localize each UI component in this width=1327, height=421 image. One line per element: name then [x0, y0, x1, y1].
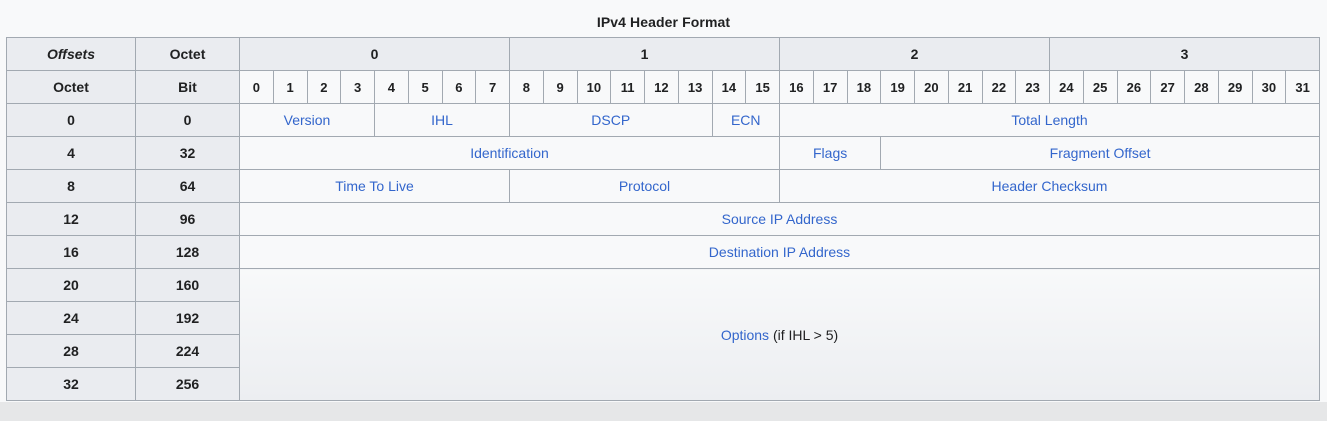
- row-octet-offset: 32: [6, 367, 136, 401]
- bit-number-cell: 2: [306, 70, 342, 104]
- field-source-ip-address[interactable]: Source IP Address: [239, 202, 1320, 236]
- bit-number-cell: 31: [1285, 70, 1320, 104]
- bit-number-cell: 28: [1184, 70, 1219, 104]
- bit-number-cell: 6: [441, 70, 477, 104]
- bit-number-cell: 10: [576, 70, 612, 104]
- octet-row-header[interactable]: Octet: [6, 70, 136, 104]
- bit-number-cell: 0: [239, 70, 274, 104]
- octet-2-header: 2: [779, 37, 1050, 71]
- bit-number-cell: 29: [1217, 70, 1253, 104]
- table-row: 8 64 Time To Live Protocol Header Checks…: [6, 169, 1320, 203]
- bit-number-cell: 14: [711, 70, 747, 104]
- row-bit-offset: 224: [135, 334, 240, 368]
- row-octet-offset: 20: [6, 268, 136, 302]
- field-destination-ip-address[interactable]: Destination IP Address: [239, 235, 1320, 269]
- bit-header: Bit: [135, 70, 240, 104]
- octet-header[interactable]: Octet: [135, 37, 240, 71]
- row-bit-offset: 64: [135, 169, 240, 203]
- bottom-strip: [0, 402, 1327, 421]
- table-row: 16 128 Destination IP Address: [6, 235, 1320, 269]
- field-ihl[interactable]: IHL: [374, 103, 510, 137]
- octet-header-row: Offsets Octet 0 1 2 3: [6, 37, 1320, 71]
- octet-0-header: 0: [239, 37, 510, 71]
- row-bit-offset: 32: [135, 136, 240, 170]
- bit-number-cell: 9: [542, 70, 578, 104]
- row-bit-offset: 96: [135, 202, 240, 236]
- bit-number-cell: 3: [340, 70, 375, 104]
- options-link[interactable]: Options: [721, 327, 769, 343]
- bit-number-cell: 15: [745, 70, 780, 104]
- bit-number-cell: 21: [947, 70, 983, 104]
- row-octet-offset: 4: [6, 136, 136, 170]
- field-header-checksum[interactable]: Header Checksum: [779, 169, 1320, 203]
- bit-header-row: Octet Bit 0 1 2 3 4 5 6 7 8 9 10 11 12 13 14 15 16 17 18 19…: [6, 70, 1320, 104]
- octet-1-header: 1: [509, 37, 780, 71]
- bit-number-cell: 11: [610, 70, 645, 104]
- bit-number-cell: 30: [1251, 70, 1287, 104]
- table-row: 12 96 Source IP Address: [6, 202, 1320, 236]
- octet-3-header: 3: [1049, 37, 1320, 71]
- row-octet-offset: 28: [6, 334, 136, 368]
- bit-number-cell: 13: [677, 70, 713, 104]
- field-identification[interactable]: Identification: [239, 136, 780, 170]
- bit-number-cell: 27: [1150, 70, 1185, 104]
- row-bit-offset: 128: [135, 235, 240, 269]
- row-octet-offset: 0: [6, 103, 136, 137]
- field-time-to-live[interactable]: Time To Live: [239, 169, 510, 203]
- offsets-header: Offsets: [6, 37, 136, 71]
- bit-number-cell: 7: [475, 70, 510, 104]
- row-octet-offset: 8: [6, 169, 136, 203]
- bit-number-cell: 5: [407, 70, 443, 104]
- field-version[interactable]: Version: [239, 103, 375, 137]
- row-octet-offset: 24: [6, 301, 136, 335]
- bit-number-cell: 25: [1082, 70, 1118, 104]
- ipv4-header-table: Offsets Octet 0 1 2 3 Octet Bit 01234567…: [6, 37, 1320, 401]
- bit-number-cell: 22: [981, 70, 1017, 104]
- bit-number-cell: 24: [1049, 70, 1084, 104]
- row-bit-offset: 256: [135, 367, 240, 401]
- bit-number-cell: 1: [272, 70, 308, 104]
- bit-number-cell: 20: [914, 70, 949, 104]
- options-note: (if IHL > 5): [769, 326, 839, 343]
- bit-number-cell: 17: [812, 70, 848, 104]
- field-dscp[interactable]: DSCP: [509, 103, 713, 137]
- table-row: 0 0 Version IHL DSCP ECN Total Length: [6, 103, 1320, 137]
- field-total-length[interactable]: Total Length: [779, 103, 1320, 137]
- table-title: IPv4 Header Format: [596, 14, 731, 30]
- row-bit-offset: 160: [135, 268, 240, 302]
- row-bit-offset: 0: [135, 103, 240, 137]
- bit-number-cell: 8: [509, 70, 544, 104]
- field-flags[interactable]: Flags: [778, 136, 882, 170]
- row-octet-offset: 16: [6, 235, 136, 269]
- table-row: 4 32 Identification Flags Fragment Offse…: [6, 136, 1320, 170]
- field-ecn[interactable]: ECN: [711, 103, 780, 137]
- bit-number-cell: 23: [1015, 70, 1050, 104]
- table-row: 20 160 Options (if IHL > 5): [6, 268, 1320, 401]
- row-octet-offset: 12: [6, 202, 136, 236]
- field-options: Options (if IHL > 5): [239, 268, 1320, 401]
- bit-number-cell: 26: [1116, 70, 1152, 104]
- field-protocol[interactable]: Protocol: [509, 169, 780, 203]
- field-fragment-offset[interactable]: Fragment Offset: [880, 136, 1320, 170]
- bit-number-cell: 18: [846, 70, 882, 104]
- bit-number-cell: 12: [644, 70, 679, 104]
- bit-number-cell: 4: [374, 70, 409, 104]
- row-bit-offset: 192: [135, 301, 240, 335]
- bit-number-cell: 19: [880, 70, 915, 104]
- bit-number-cell: 16: [779, 70, 814, 104]
